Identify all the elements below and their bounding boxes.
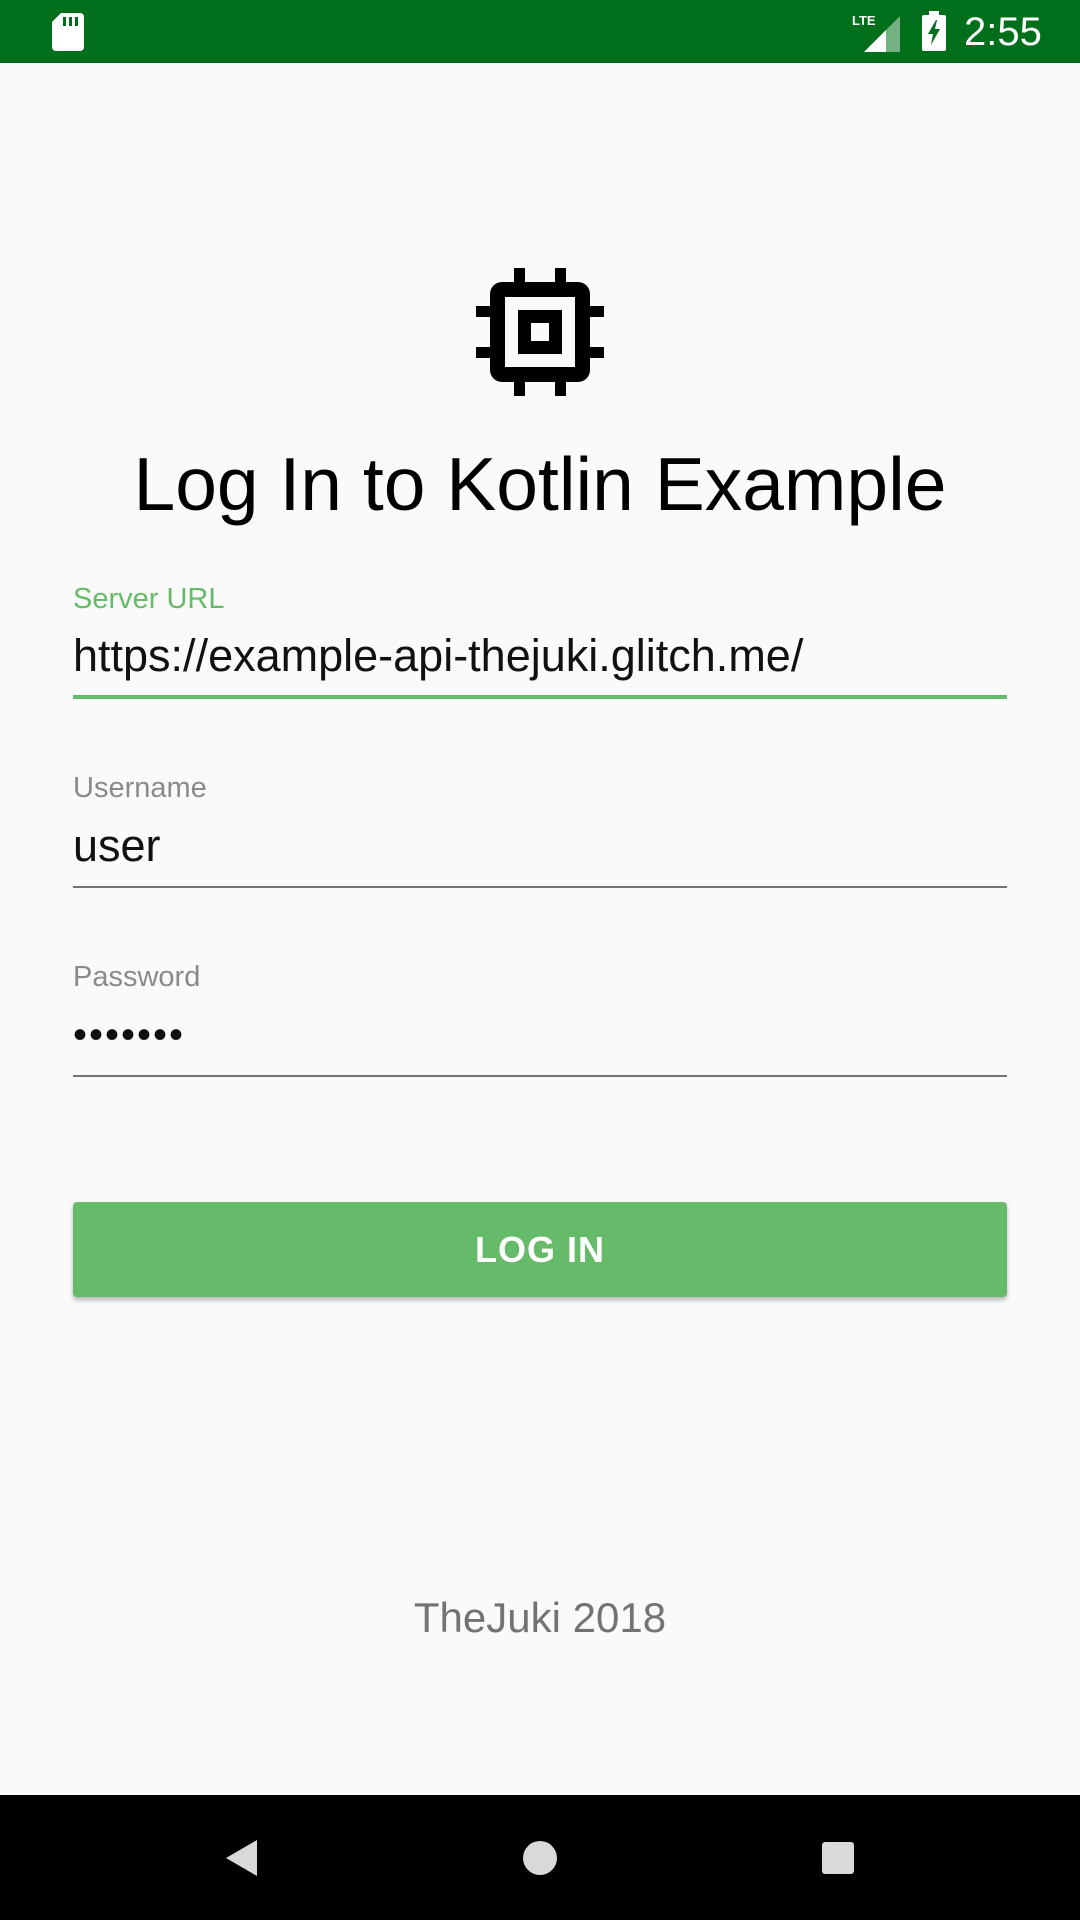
server-url-field: Server URL [73, 581, 1007, 699]
server-url-label: Server URL [73, 583, 225, 615]
recents-icon [822, 1842, 854, 1874]
page-title: Log In to Kotlin Example [133, 442, 947, 526]
password-input[interactable] [73, 995, 1007, 1077]
footer-credit: TheJuki 2018 [413, 1594, 667, 1641]
back-button[interactable] [206, 1823, 276, 1893]
lte-signal-icon: LTE [852, 13, 900, 52]
home-icon [523, 1841, 557, 1875]
username-label: Username [73, 772, 207, 804]
login-screen: Log In to Kotlin Example Server URL User… [0, 63, 1080, 1795]
status-bar: LTE 2:55 [0, 0, 1080, 63]
server-url-input[interactable] [73, 617, 1007, 699]
recents-button[interactable] [803, 1823, 873, 1893]
login-button[interactable]: LOG IN [73, 1202, 1007, 1297]
username-field: Username [73, 770, 1007, 888]
password-field: Password [73, 959, 1007, 1077]
navigation-bar [0, 1795, 1080, 1920]
svg-text:LTE: LTE [852, 13, 876, 28]
password-label: Password [73, 961, 201, 993]
status-time: 2:55 [964, 10, 1042, 54]
sd-card-icon [52, 13, 84, 51]
battery-charging-icon [922, 11, 946, 51]
home-button[interactable] [505, 1823, 575, 1893]
chip-icon [476, 268, 604, 396]
back-icon [226, 1840, 257, 1876]
username-input[interactable] [73, 806, 1007, 888]
